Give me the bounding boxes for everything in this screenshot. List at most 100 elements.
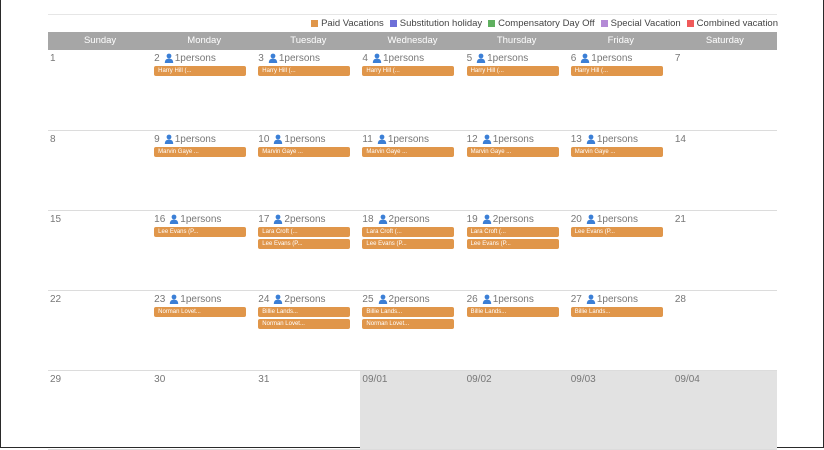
day-cell[interactable]: 20 1persons Lee Evans (P... <box>569 211 673 290</box>
vacation-event[interactable]: Norman Lovet... <box>154 307 247 317</box>
vacation-event[interactable]: Norman Lovet... <box>362 319 455 329</box>
day-cell[interactable]: 29 <box>48 371 152 449</box>
person-icon <box>273 134 283 144</box>
day-cell[interactable]: 16 1persons Lee Evans (P... <box>152 211 256 290</box>
day-header: 09/02 <box>467 373 569 385</box>
day-cell[interactable]: 18 2persons Lara Croft (... Lee Evans (P... <box>360 211 464 290</box>
persons-count[interactable]: 1persons <box>476 53 528 64</box>
vacation-event[interactable]: Norman Lovet... <box>258 319 351 329</box>
legend-item[interactable]: Compensatory Day Off <box>488 18 595 29</box>
day-cell[interactable]: 09/03 <box>568 371 673 449</box>
day-cell[interactable]: 09/04 <box>672 371 777 449</box>
vacation-event[interactable]: Billie Lands... <box>570 307 663 317</box>
day-cell[interactable]: 09/02 <box>464 371 569 449</box>
vacation-event[interactable]: Marvin Gaye ... <box>154 147 247 157</box>
day-cell[interactable]: 5 1persons Harry Hill (... <box>465 50 569 129</box>
vacation-event[interactable]: Lara Croft (... <box>258 227 351 237</box>
day-header: 9 1persons <box>154 133 256 145</box>
persons-count[interactable]: 1persons <box>273 134 326 145</box>
vacation-event[interactable]: Billie Lands... <box>258 307 351 317</box>
day-cell[interactable]: 3 1persons Harry Hill (... <box>256 50 360 129</box>
vacation-event[interactable]: Lee Evans (P... <box>362 239 455 249</box>
event-list: Harry Hill (... <box>466 66 569 76</box>
day-header: 09/03 <box>571 373 673 385</box>
persons-count[interactable]: 1persons <box>164 53 216 64</box>
day-cell[interactable]: 30 <box>152 371 256 449</box>
persons-count[interactable]: 1persons <box>164 134 216 145</box>
day-cell[interactable]: 19 2persons Lara Croft (... Lee Evans (P... <box>465 211 569 290</box>
vacation-event[interactable]: Marvin Gaye ... <box>362 147 455 157</box>
week-row: 1 2 1persons Harry Hill (... 3 1persons Harry … <box>48 50 777 129</box>
day-cell[interactable]: 8 <box>48 131 152 210</box>
vacation-event[interactable]: Marvin Gaye ... <box>570 147 663 157</box>
day-cell[interactable]: 10 1persons Marvin Gaye ... <box>256 131 360 210</box>
vacation-event[interactable]: Marvin Gaye ... <box>258 147 351 157</box>
day-header: 16 1persons <box>154 213 256 225</box>
vacation-event[interactable]: Lara Croft (... <box>362 227 455 237</box>
persons-count[interactable]: 2persons <box>273 214 326 225</box>
persons-count[interactable]: 1persons <box>268 53 320 64</box>
vacation-event[interactable]: Harry Hill (... <box>258 66 351 76</box>
persons-count[interactable]: 1persons <box>169 214 221 225</box>
day-number: 19 <box>466 213 478 225</box>
persons-count[interactable]: 2persons <box>482 214 534 225</box>
day-cell[interactable]: 11 1persons Marvin Gaye ... <box>360 131 464 210</box>
persons-count[interactable]: 1persons <box>580 53 632 64</box>
persons-count[interactable]: 1persons <box>169 294 221 305</box>
top-divider <box>48 14 777 15</box>
vacation-event[interactable]: Lee Evans (P... <box>570 227 663 237</box>
vacation-event[interactable]: Harry Hill (... <box>466 66 559 76</box>
day-cell[interactable]: 22 <box>48 291 152 370</box>
persons-count[interactable]: 2persons <box>378 214 430 225</box>
day-cell[interactable]: 25 2persons Billie Lands... Norman Lovet... <box>360 291 464 370</box>
day-cell[interactable]: 27 1persons Billie Lands... <box>569 291 673 370</box>
vacation-event[interactable]: Marvin Gaye ... <box>466 147 559 157</box>
vacation-event[interactable]: Harry Hill (... <box>362 66 455 76</box>
legend-label: Special Vacation <box>610 17 681 29</box>
day-header: 1 <box>50 52 152 64</box>
day-cell[interactable]: 13 1persons Marvin Gaye ... <box>569 131 673 210</box>
legend-item[interactable]: Combined vacation <box>686 18 778 29</box>
persons-count[interactable]: 1persons <box>586 214 638 225</box>
day-cell[interactable]: 28 <box>673 291 777 370</box>
day-cell[interactable]: 9 1persons Marvin Gaye ... <box>152 131 256 210</box>
vacation-event[interactable]: Billie Lands... <box>466 307 559 317</box>
persons-count[interactable]: 1persons <box>377 134 429 145</box>
day-cell[interactable]: 23 1persons Norman Lovet... <box>152 291 256 370</box>
vacation-event[interactable]: Lee Evans (P... <box>154 227 247 237</box>
persons-count[interactable]: 1persons <box>482 294 534 305</box>
day-cell[interactable]: 31 <box>256 371 360 449</box>
person-icon <box>482 214 492 224</box>
persons-count[interactable]: 1persons <box>586 294 638 305</box>
vacation-event[interactable]: Harry Hill (... <box>154 66 247 76</box>
day-cell[interactable]: 14 <box>673 131 777 210</box>
day-cell[interactable]: 1 <box>48 50 152 129</box>
day-cell[interactable]: 21 <box>673 211 777 290</box>
day-cell[interactable]: 24 2persons Billie Lands... Norman Lovet... <box>256 291 360 370</box>
day-cell[interactable]: 17 2persons Lara Croft (... Lee Evans (P... <box>256 211 360 290</box>
persons-count[interactable]: 2persons <box>378 294 430 305</box>
vacation-event[interactable]: Lara Croft (... <box>466 227 559 237</box>
vacation-event[interactable]: Lee Evans (P... <box>466 239 559 249</box>
event-list: Lee Evans (P... <box>154 227 256 237</box>
day-cell[interactable]: 6 1persons Harry Hill (... <box>569 50 673 129</box>
day-cell[interactable]: 26 1persons Billie Lands... <box>465 291 569 370</box>
day-header: 10 1persons <box>258 133 360 145</box>
vacation-event[interactable]: Harry Hill (... <box>570 66 663 76</box>
day-cell[interactable]: 12 1persons Marvin Gaye ... <box>465 131 569 210</box>
day-cell[interactable]: 15 <box>48 211 152 290</box>
legend-item[interactable]: Paid Vacations <box>311 18 384 29</box>
vacation-event[interactable]: Billie Lands... <box>362 307 455 317</box>
day-cell[interactable]: 09/01 <box>360 371 465 449</box>
day-cell[interactable]: 7 <box>673 50 777 129</box>
legend-item[interactable]: Special Vacation <box>600 17 681 29</box>
persons-count[interactable]: 2persons <box>273 294 326 305</box>
persons-count[interactable]: 1persons <box>372 53 424 64</box>
day-number: 25 <box>362 293 374 305</box>
persons-count[interactable]: 1persons <box>586 134 638 145</box>
legend-item[interactable]: Substitution holiday <box>389 18 482 29</box>
persons-count[interactable]: 1persons <box>482 134 534 145</box>
day-cell[interactable]: 2 1persons Harry Hill (... <box>152 50 256 129</box>
day-cell[interactable]: 4 1persons Harry Hill (... <box>360 50 464 129</box>
vacation-event[interactable]: Lee Evans (P... <box>258 239 351 249</box>
